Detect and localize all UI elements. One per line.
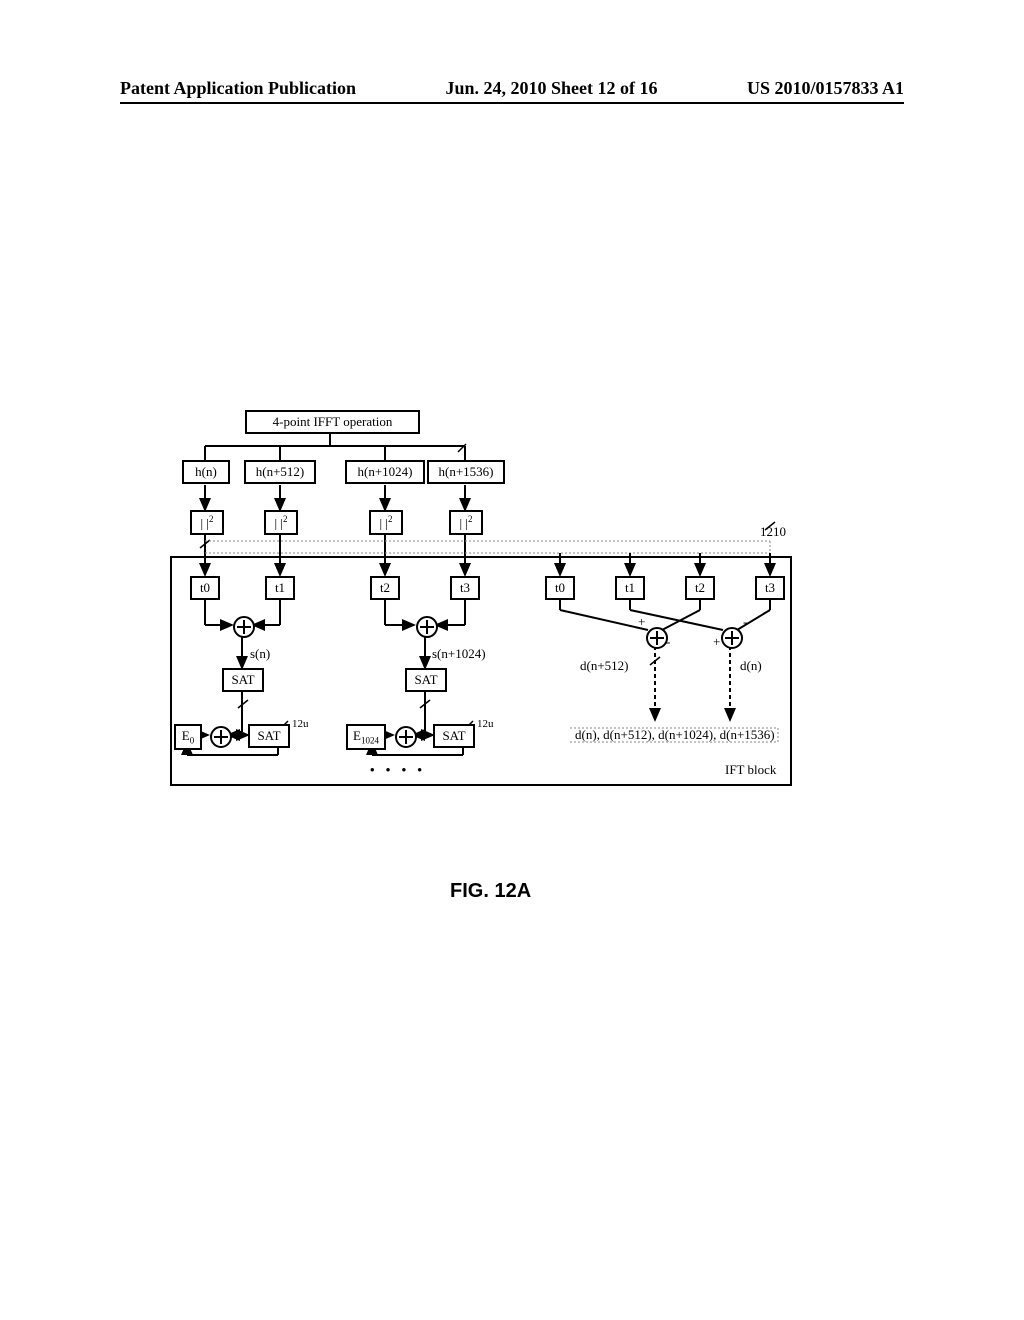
h-n1024-block: h(n+1024)	[345, 460, 425, 484]
page-header: Patent Application Publication Jun. 24, …	[0, 78, 1024, 99]
figure-caption: FIG. 12A	[450, 880, 531, 903]
label-dn512: d(n+512)	[580, 658, 629, 674]
minus-sign-2: -	[743, 614, 747, 630]
ift-block-label: IFT block	[725, 762, 776, 778]
header-right: US 2010/0157833 A1	[747, 78, 904, 99]
label-sn: s(n)	[250, 646, 270, 662]
magsq-1: | |2	[264, 510, 298, 535]
plus-sign-2: +	[713, 634, 720, 650]
label-dn: d(n)	[740, 658, 762, 674]
label-sn1024: s(n+1024)	[432, 646, 486, 662]
diagram-figure-12a: 4-point IFFT operation h(n) h(n+512) h(n…	[170, 410, 790, 840]
sat-3: SAT	[248, 724, 290, 748]
ifft-block: 4-point IFFT operation	[245, 410, 420, 434]
adder-sn	[233, 616, 255, 638]
sat-4: SAT	[433, 724, 475, 748]
header-center: Jun. 24, 2010 Sheet 12 of 16	[445, 78, 657, 99]
adder-dn512	[646, 627, 668, 649]
t2-left: t2	[370, 576, 400, 600]
minus-sign-1: -	[666, 634, 670, 650]
t0-left: t0	[190, 576, 220, 600]
magsq-2: | |2	[369, 510, 403, 535]
adder-e0	[210, 726, 232, 748]
adder-dn	[721, 627, 743, 649]
header-rule	[120, 102, 904, 104]
h-n-block: h(n)	[182, 460, 230, 484]
t3-right: t3	[755, 576, 785, 600]
adder-e1024	[395, 726, 417, 748]
ref-12u-b: 12u	[477, 718, 494, 730]
sat-2: SAT	[405, 668, 447, 692]
magsq-3: | |2	[449, 510, 483, 535]
e1024-reg: E1024	[346, 724, 386, 750]
t2-right: t2	[685, 576, 715, 600]
magsq-0: | |2	[190, 510, 224, 535]
sat-1: SAT	[222, 668, 264, 692]
h-n1536-block: h(n+1536)	[427, 460, 505, 484]
ref-1210: 1210	[760, 524, 786, 540]
t0-right: t0	[545, 576, 575, 600]
ellipsis: • • • •	[370, 762, 426, 778]
h-n512-block: h(n+512)	[244, 460, 316, 484]
d-list-label: d(n), d(n+512), d(n+1024), d(n+1536)	[575, 727, 775, 743]
adder-sn1024	[416, 616, 438, 638]
t1-right: t1	[615, 576, 645, 600]
ref-12u-a: 12u	[292, 718, 309, 730]
t3-left: t3	[450, 576, 480, 600]
t1-left: t1	[265, 576, 295, 600]
e0-reg: E0	[174, 724, 202, 750]
plus-sign-1: +	[638, 614, 645, 630]
header-left: Patent Application Publication	[120, 78, 356, 99]
